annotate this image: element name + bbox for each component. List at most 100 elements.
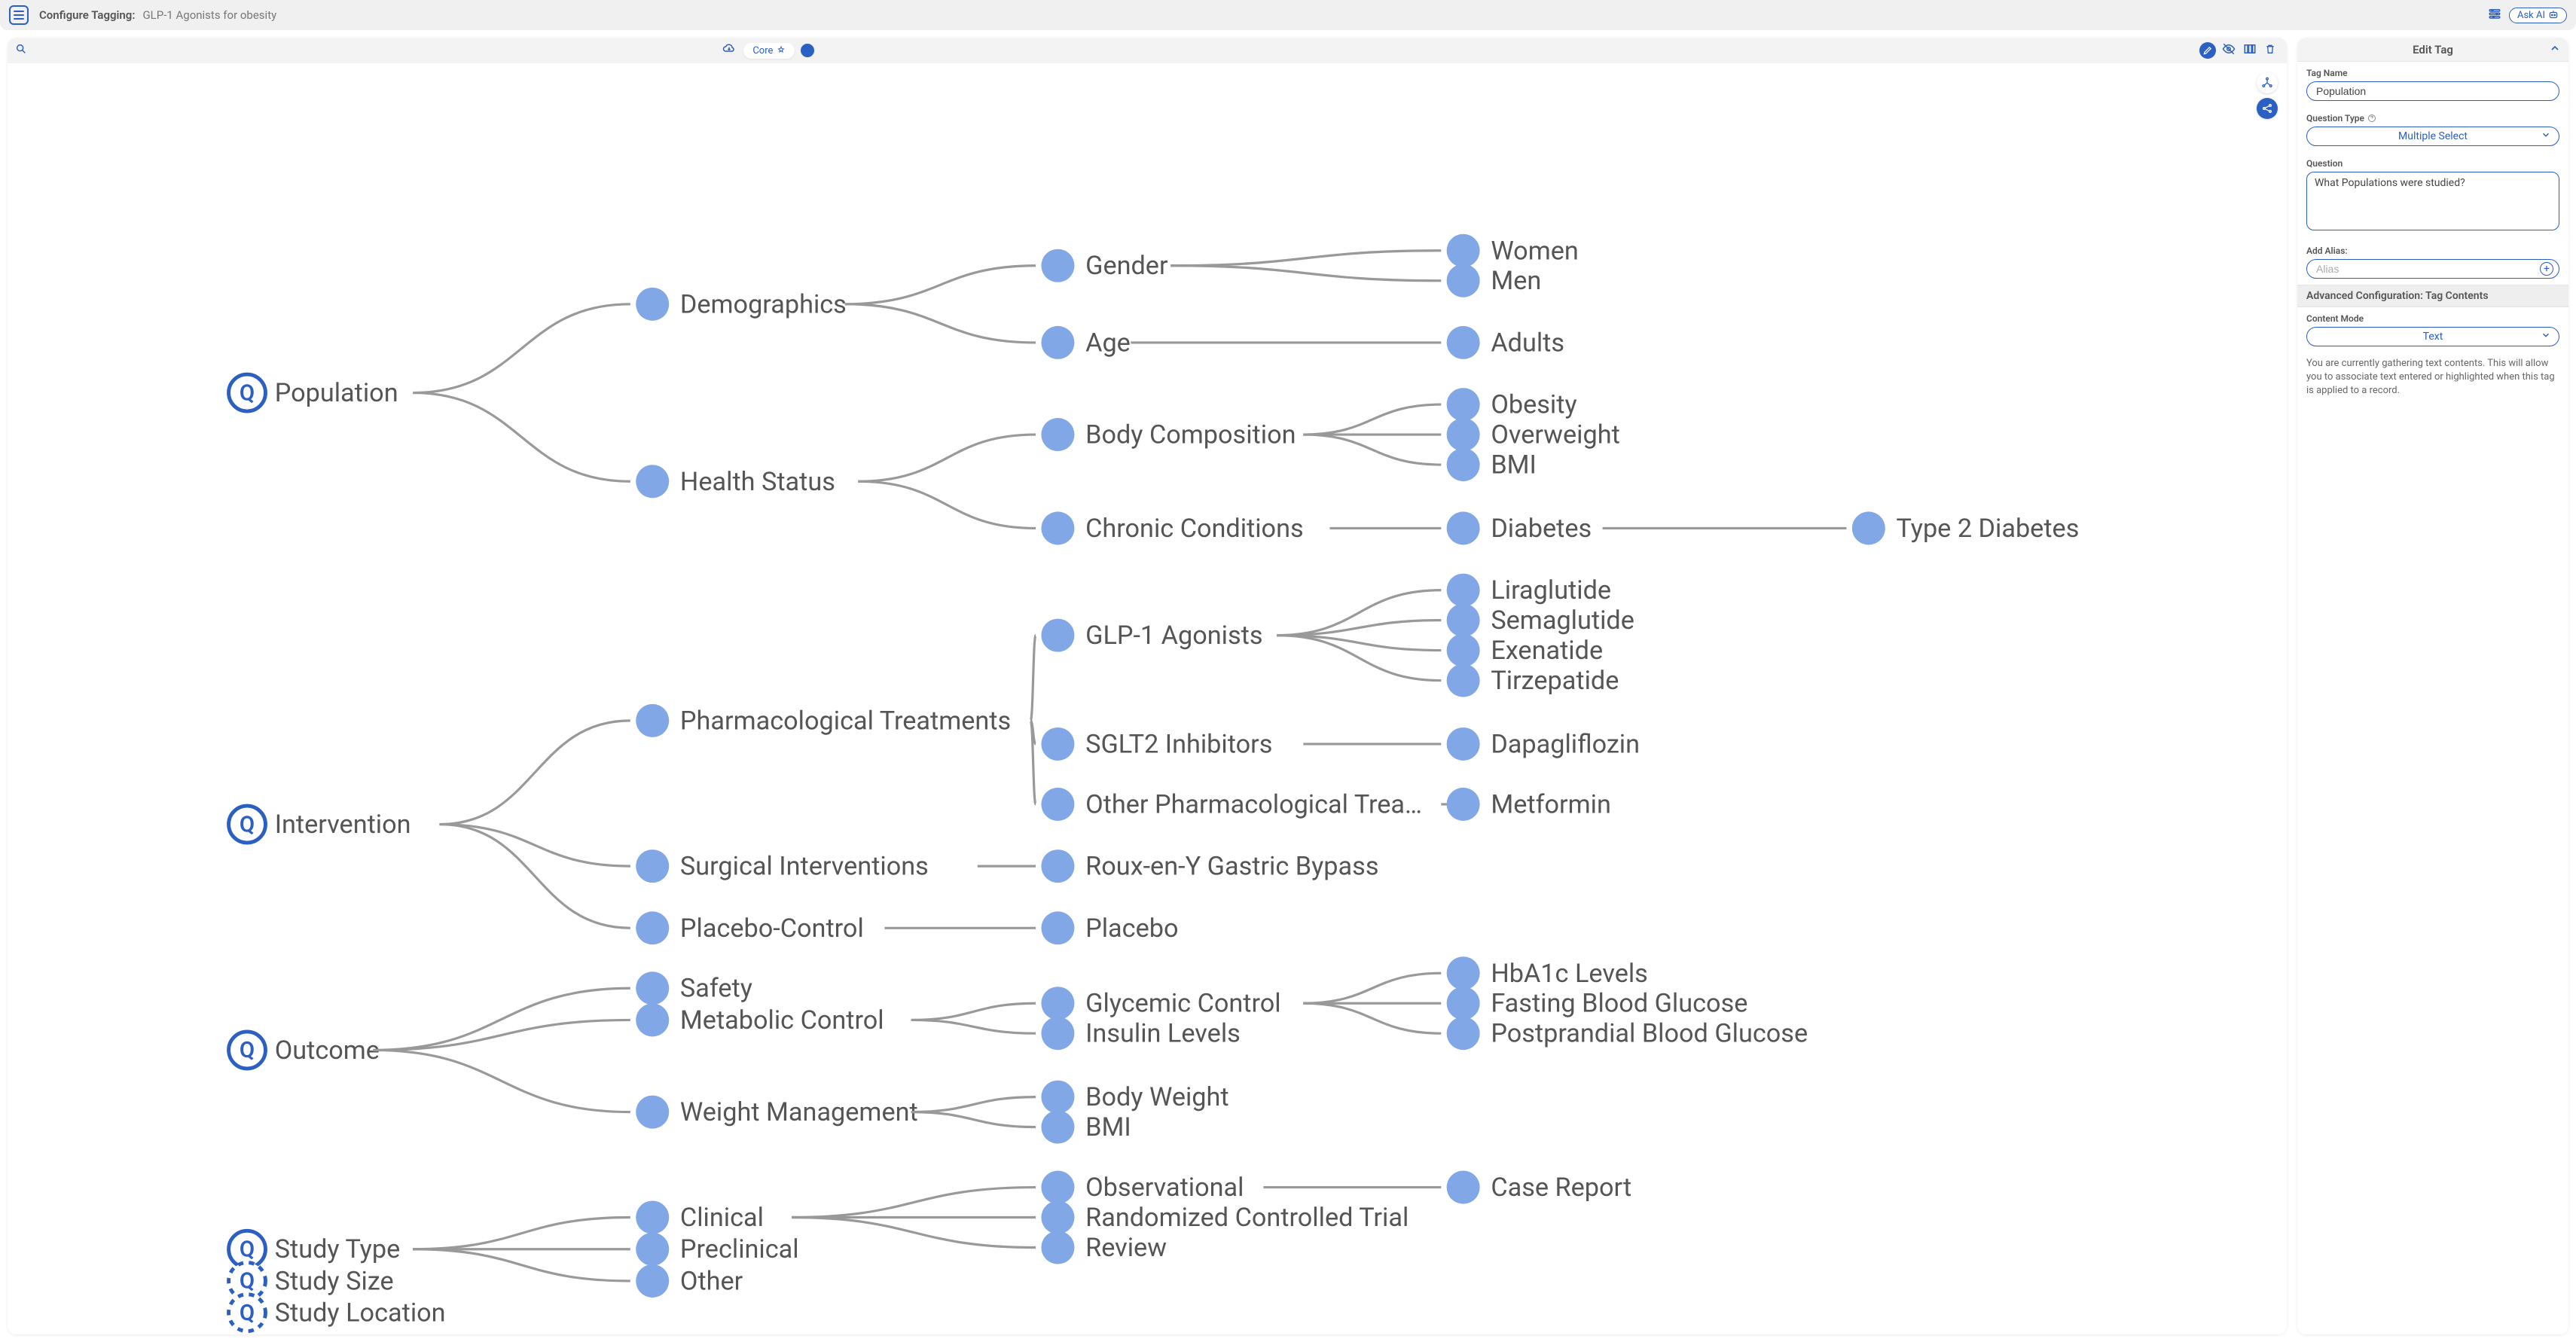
tree-node-clinical[interactable]: Clinical <box>636 1201 764 1234</box>
svg-text:Study Size: Study Size <box>275 1266 394 1296</box>
tree-node-bw[interactable]: Body Weight <box>1041 1081 1228 1114</box>
settings-icon[interactable] <box>2488 7 2501 23</box>
tree-node-otherpharm[interactable]: Other Pharmacological Trea… <box>1041 788 1422 821</box>
tree-node-glyc[interactable]: Glycemic Control <box>1041 987 1280 1020</box>
svg-text:SGLT2 Inhibitors: SGLT2 Inhibitors <box>1085 729 1272 759</box>
tree-node-fbg[interactable]: Fasting Blood Glucose <box>1447 987 1748 1020</box>
ask-ai-button[interactable]: Ask AI <box>2509 8 2567 23</box>
collapse-panel-icon[interactable] <box>2549 42 2561 57</box>
page-title-prefix: Configure Tagging: <box>39 8 135 22</box>
tree-node-placeboctl[interactable]: Placebo-Control <box>636 911 864 944</box>
tree-node-bodycomp[interactable]: Body Composition <box>1041 418 1296 451</box>
search-icon[interactable] <box>15 43 30 58</box>
svg-text:Exenatide: Exenatide <box>1491 636 1603 666</box>
tag-color-dot[interactable] <box>801 44 814 57</box>
tree-node-women[interactable]: Women <box>1447 234 1579 267</box>
tree-node-other[interactable]: Other <box>636 1264 743 1298</box>
tree-node-population[interactable]: QPopulation <box>229 374 398 411</box>
menu-button[interactable] <box>9 5 29 25</box>
alias-input[interactable] <box>2306 259 2559 279</box>
tree-node-chronic[interactable]: Chronic Conditions <box>1041 511 1303 544</box>
top-bar: Configure Tagging: GLP-1 Agonists for ob… <box>0 0 2576 30</box>
tree-node-bmi2[interactable]: BMI <box>1041 1111 1131 1144</box>
trash-icon[interactable] <box>2264 43 2279 58</box>
svg-text:Postprandial Blood Glucose: Postprandial Blood Glucose <box>1491 1019 1808 1049</box>
tree-node-safety[interactable]: Safety <box>636 971 752 1005</box>
tree-node-intervention[interactable]: Q Intervention <box>229 806 411 843</box>
tree-node-obs[interactable]: Observational <box>1041 1171 1244 1204</box>
tree-node-adults[interactable]: Adults <box>1447 326 1564 359</box>
tree-node-insulin[interactable]: Insulin Levels <box>1041 1017 1240 1050</box>
tree-node-obesity[interactable]: Obesity <box>1447 388 1577 421</box>
svg-text:Men: Men <box>1491 266 1541 296</box>
tree-node-demographics[interactable]: Demographics <box>636 288 847 321</box>
tree-node-roux[interactable]: Roux-en-Y Gastric Bypass <box>1041 849 1378 883</box>
tree-node-tirz[interactable]: Tirzepatide <box>1447 664 1619 697</box>
chevron-down-icon <box>2541 130 2551 143</box>
content-mode-label: Content Mode <box>2306 313 2559 324</box>
svg-text:Liraglutide: Liraglutide <box>1491 575 1611 605</box>
svg-text:Q: Q <box>240 812 255 837</box>
ask-ai-label: Ask AI <box>2517 10 2545 21</box>
hide-icon[interactable] <box>2222 42 2237 59</box>
tree-node-review[interactable]: Review <box>1041 1231 1167 1264</box>
help-icon[interactable] <box>2367 114 2376 123</box>
svg-text:Study Type: Study Type <box>275 1234 401 1264</box>
tree-node-age[interactable]: Age <box>1041 326 1130 359</box>
tree-node-dapa[interactable]: Dapagliflozin <box>1447 727 1640 761</box>
add-alias-button[interactable]: + <box>2540 262 2553 276</box>
tree-node-preclin[interactable]: Preclinical <box>636 1233 798 1266</box>
content-mode-select[interactable]: Text <box>2306 327 2559 346</box>
core-tag-selector[interactable]: Core <box>743 43 795 59</box>
svg-text:Placebo: Placebo <box>1085 913 1178 944</box>
svg-text:Surgical Interventions: Surgical Interventions <box>680 852 929 882</box>
tree-node-surgical[interactable]: Surgical Interventions <box>636 849 929 883</box>
tree-panel: Core QPopulationDemographicsGenderWomenM… <box>8 38 2287 1334</box>
tree-node-rct[interactable]: Randomized Controlled Trial <box>1041 1201 1409 1234</box>
svg-text:Obesity: Obesity <box>1491 390 1576 420</box>
tree-node-outcome[interactable]: QOutcome <box>229 1032 380 1069</box>
tree-node-sema[interactable]: Semaglutide <box>1447 604 1634 637</box>
tag-name-input[interactable] <box>2306 81 2559 101</box>
columns-icon[interactable] <box>2243 42 2258 59</box>
edit-tag-title: Edit Tag <box>2413 43 2453 56</box>
tree-node-pharm[interactable]: Pharmacological Treatments <box>636 704 1011 737</box>
tree-node-men[interactable]: Men <box>1447 264 1542 297</box>
cloud-download-icon[interactable] <box>722 42 737 59</box>
tree-node-healthstatus[interactable]: Health Status <box>636 465 835 498</box>
tree-node-lira[interactable]: Liraglutide <box>1447 574 1611 607</box>
svg-text:Weight Management: Weight Management <box>680 1097 918 1127</box>
tree-node-weightmgmt[interactable]: Weight Management <box>636 1096 918 1129</box>
svg-text:Overweight: Overweight <box>1491 420 1619 450</box>
svg-text:Intervention: Intervention <box>275 810 411 840</box>
question-type-select[interactable]: Multiple Select <box>2306 127 2559 146</box>
svg-text:Other Pharmacological Trea…: Other Pharmacological Trea… <box>1085 789 1422 819</box>
tree-node-t2d[interactable]: Type 2 Diabetes <box>1852 511 2080 544</box>
question-textarea[interactable] <box>2306 172 2559 230</box>
svg-text:BMI: BMI <box>1085 1112 1131 1142</box>
tree-node-bmi1[interactable]: BMI <box>1447 448 1537 481</box>
tree-node-hba1c[interactable]: HbA1c Levels <box>1447 956 1648 990</box>
tree-node-ppbg[interactable]: Postprandial Blood Glucose <box>1447 1017 1808 1050</box>
share-icon[interactable] <box>2257 98 2278 119</box>
svg-text:GLP-1 Agonists: GLP-1 Agonists <box>1085 621 1262 651</box>
edit-tag-header: Edit Tag <box>2297 38 2568 62</box>
tree-node-glp1[interactable]: GLP-1 Agonists <box>1041 619 1262 652</box>
hierarchy-icon[interactable] <box>2257 72 2278 93</box>
tree-canvas[interactable]: QPopulationDemographicsGenderWomenMenAge… <box>8 63 2287 1334</box>
tree-node-studyloc[interactable]: QStudy Location <box>229 1295 446 1331</box>
tree-node-exen[interactable]: Exenatide <box>1447 634 1603 667</box>
tree-node-placebo[interactable]: Placebo <box>1041 911 1178 944</box>
tree-node-metf[interactable]: Metformin <box>1447 788 1611 821</box>
core-label: Core <box>752 45 773 56</box>
tree-node-casereport[interactable]: Case Report <box>1447 1171 1632 1204</box>
tree-node-diabetes[interactable]: Diabetes <box>1447 511 1592 544</box>
svg-text:Population: Population <box>275 378 398 408</box>
tree-node-sglt2[interactable]: SGLT2 Inhibitors <box>1041 727 1272 761</box>
edit-icon[interactable] <box>2199 42 2216 59</box>
tree-node-gender[interactable]: Gender <box>1041 249 1168 282</box>
tree-node-overweight[interactable]: Overweight <box>1447 418 1620 451</box>
svg-text:Study Location: Study Location <box>275 1298 446 1328</box>
svg-text:Q: Q <box>240 1269 255 1295</box>
tree-node-metctl[interactable]: Metabolic Control <box>636 1003 884 1036</box>
